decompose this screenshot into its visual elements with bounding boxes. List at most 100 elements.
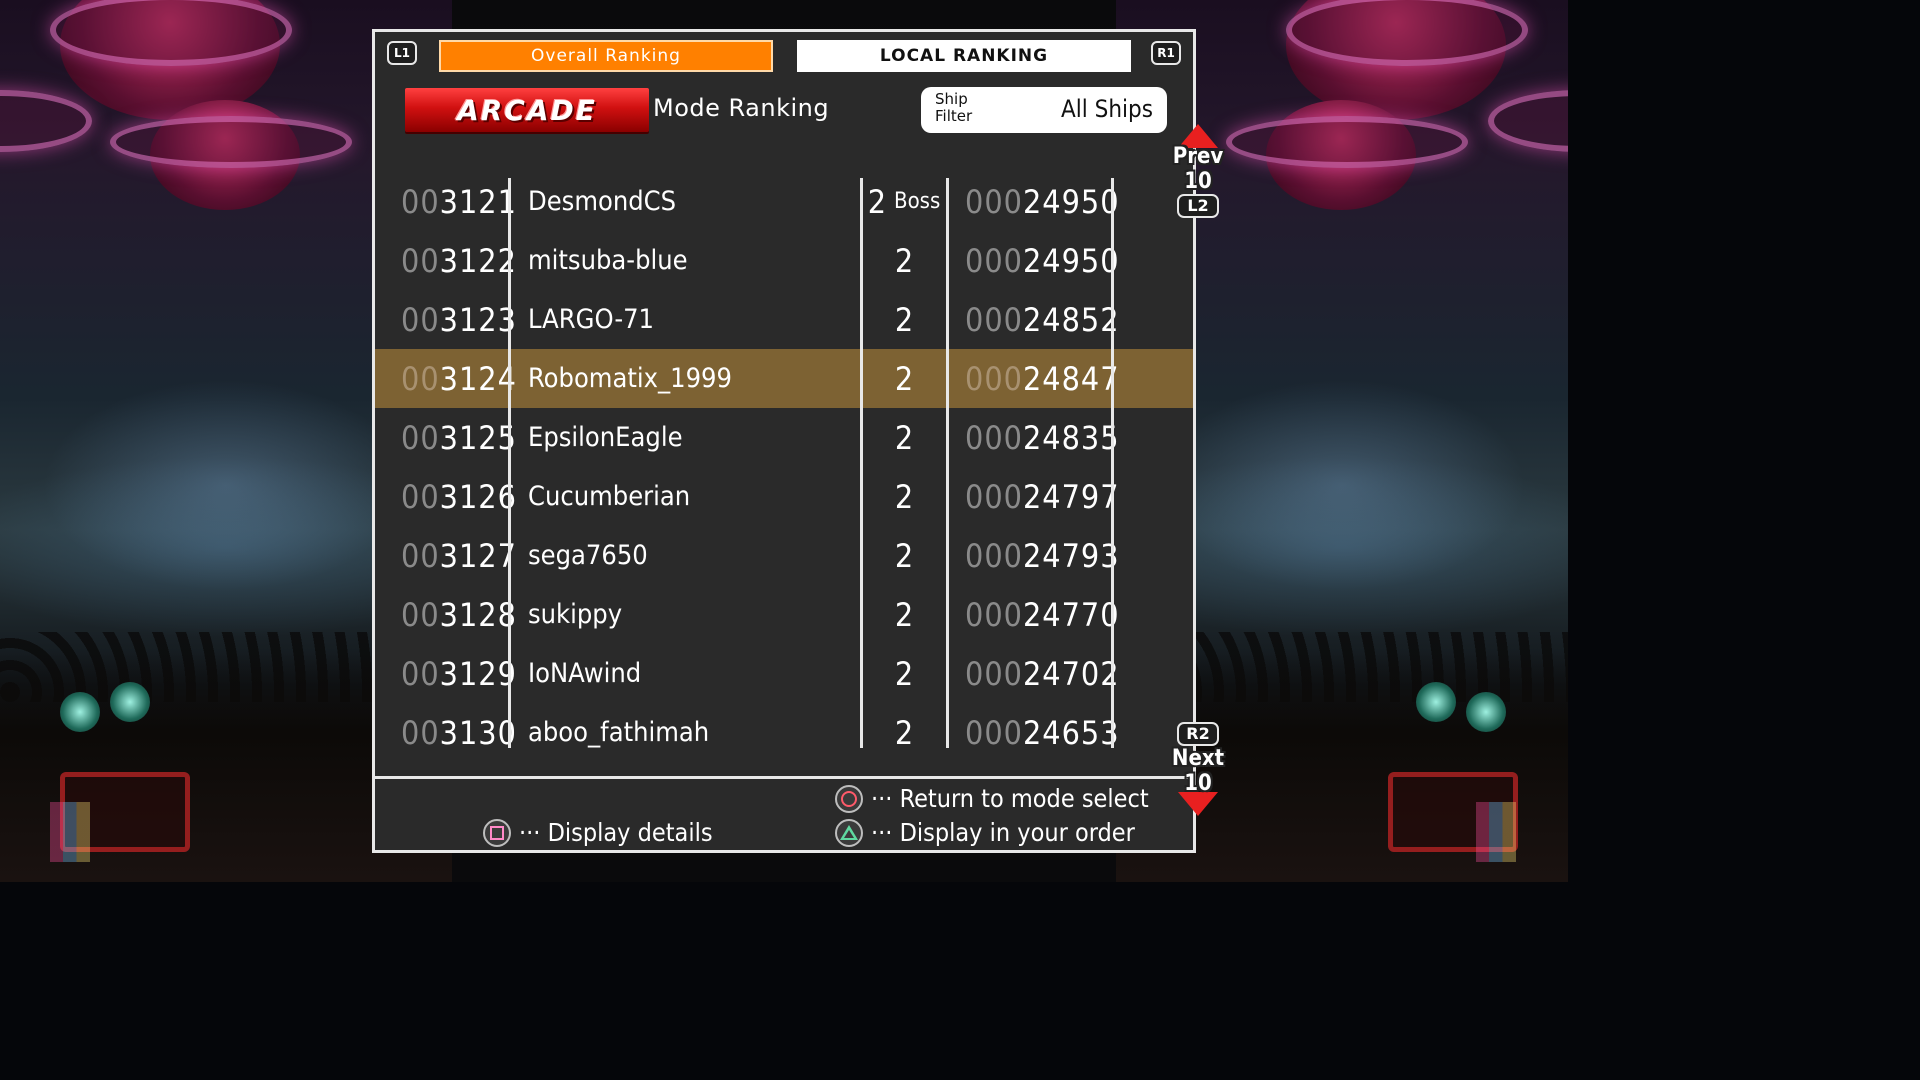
rank-prefix: 00	[401, 713, 440, 752]
rank-cell: 00 3122	[401, 231, 516, 290]
rank-number: 3128	[439, 595, 517, 634]
stage-cell: 2	[861, 408, 947, 467]
ship-filter-value: All Ships	[1061, 95, 1153, 123]
player-name: Cucumberian	[528, 481, 691, 512]
rank-number: 3121	[439, 182, 517, 221]
hint-return-mode-select[interactable]: ··· Return to mode select	[835, 784, 1149, 813]
ranking-row[interactable]: 00 3122 mitsuba-blue 2 000 24950	[375, 231, 1193, 290]
rank-prefix: 00	[401, 241, 440, 280]
score-value: 24702	[1022, 654, 1120, 693]
rank-cell: 00 3124	[401, 349, 516, 408]
score-cell: 000 24797	[965, 467, 1119, 526]
stage-cell: 2	[861, 231, 947, 290]
light-pads-decoration	[50, 802, 90, 862]
player-name: EpsilonEagle	[528, 422, 683, 453]
stage-cell: 2	[861, 644, 947, 703]
hint-return-label: ··· Return to mode select	[871, 784, 1149, 813]
stage-cell: 2	[861, 467, 947, 526]
stage-suffix: Boss	[894, 189, 941, 214]
stage-number: 2	[894, 359, 914, 398]
rank-prefix: 00	[401, 536, 440, 575]
score-value: 24835	[1022, 418, 1120, 457]
score-prefix: 000	[965, 713, 1023, 752]
column-divider	[946, 178, 949, 748]
rank-cell: 00 3127	[401, 526, 516, 585]
hint-display-your-order[interactable]: ··· Display in your order	[835, 818, 1135, 847]
tab-local-ranking[interactable]: LOCAL RANKING	[797, 40, 1131, 72]
r2-button-hint: R2	[1177, 722, 1219, 746]
ranking-list: 00 3121 DesmondCS 2 Boss 000 24950 00 3122 mitsub…	[375, 172, 1193, 762]
score-prefix: 000	[965, 182, 1023, 221]
ranking-row[interactable]: 00 3125 EpsilonEagle 2 000 24835	[375, 408, 1193, 467]
score-cell: 000 24847	[965, 349, 1119, 408]
score-value: 24847	[1022, 359, 1120, 398]
rank-prefix: 00	[401, 654, 440, 693]
ranking-row[interactable]: 00 3127 sega7650 2 000 24793	[375, 526, 1193, 585]
column-divider	[860, 178, 863, 748]
ranking-row[interactable]: 00 3129 IoNAwind 2 000 24702	[375, 644, 1193, 703]
ufo-ring-decoration	[110, 116, 352, 168]
stage-number: 2	[867, 182, 886, 221]
tab-overall-ranking[interactable]: Overall Ranking	[439, 40, 773, 72]
player-name: LARGO-71	[528, 304, 654, 335]
player-name: IoNAwind	[528, 658, 642, 689]
stage-number: 2	[894, 241, 914, 280]
l2-button-hint: L2	[1177, 194, 1219, 218]
column-divider	[508, 178, 511, 748]
score-cell: 000 24653	[965, 703, 1119, 762]
knob-decoration	[110, 682, 150, 722]
knob-decoration	[1466, 692, 1506, 732]
score-prefix: 000	[965, 418, 1023, 457]
score-value: 24950	[1022, 182, 1120, 221]
player-name: sukippy	[528, 599, 623, 630]
stage-number: 2	[894, 713, 914, 752]
hint-your-order-label: ··· Display in your order	[871, 818, 1135, 847]
rank-cell: 00 3123	[401, 290, 516, 349]
player-name: aboo_fathimah	[528, 717, 710, 748]
score-cell: 000 24702	[965, 644, 1119, 703]
rank-cell: 00 3126	[401, 467, 516, 526]
player-name: sega7650	[528, 540, 648, 571]
knob-decoration	[60, 692, 100, 732]
ranking-row[interactable]: 00 3128 sukippy 2 000 24770	[375, 585, 1193, 644]
l1-button-hint[interactable]: L1	[387, 41, 417, 65]
ship-filter[interactable]: Ship Filter All Ships	[921, 87, 1167, 133]
stage-number: 2	[894, 477, 914, 516]
stage-cell: 2	[861, 703, 947, 762]
score-value: 24793	[1022, 536, 1120, 575]
r1-button-hint[interactable]: R1	[1151, 41, 1181, 65]
rank-number: 3124	[439, 359, 517, 398]
ship-filter-label: Ship Filter	[935, 90, 973, 125]
next-10-control[interactable]: R2 Next 10	[1158, 722, 1238, 816]
prev-10-control[interactable]: Prev 10 L2	[1158, 124, 1238, 218]
ranking-row[interactable]: 00 3126 Cucumberian 2 000 24797	[375, 467, 1193, 526]
knob-decoration	[1416, 682, 1456, 722]
ranking-row[interactable]: 00 3124 Robomatix_1999 2 000 24847	[375, 349, 1193, 408]
player-name: Robomatix_1999	[528, 363, 732, 394]
score-cell: 000 24852	[965, 290, 1119, 349]
score-value: 24653	[1022, 713, 1120, 752]
ranking-row[interactable]: 00 3121 DesmondCS 2 Boss 000 24950	[375, 172, 1193, 231]
ufo-ring-decoration	[1488, 90, 1568, 152]
rank-prefix: 00	[401, 418, 440, 457]
mode-ranking-title: Mode Ranking	[653, 94, 830, 122]
rank-number: 3125	[439, 418, 517, 457]
hint-display-details[interactable]: ··· Display details	[483, 818, 713, 847]
light-pads-decoration	[1476, 802, 1516, 862]
player-name: DesmondCS	[528, 186, 677, 217]
prev-10-label: Prev 10	[1172, 144, 1224, 194]
rank-cell: 00 3128	[401, 585, 516, 644]
rank-number: 3123	[439, 300, 517, 339]
score-prefix: 000	[965, 654, 1023, 693]
column-divider	[1111, 178, 1114, 748]
ranking-row[interactable]: 00 3130 aboo_fathimah 2 000 24653	[375, 703, 1193, 762]
rank-cell: 00 3130	[401, 703, 516, 762]
ranking-row[interactable]: 00 3123 LARGO-71 2 000 24852	[375, 290, 1193, 349]
score-value: 24770	[1022, 595, 1120, 634]
rank-prefix: 00	[401, 359, 440, 398]
score-cell: 000 24950	[965, 231, 1119, 290]
score-prefix: 000	[965, 241, 1023, 280]
score-cell: 000 24793	[965, 526, 1119, 585]
score-value: 24950	[1022, 241, 1120, 280]
stage-number: 2	[894, 536, 914, 575]
